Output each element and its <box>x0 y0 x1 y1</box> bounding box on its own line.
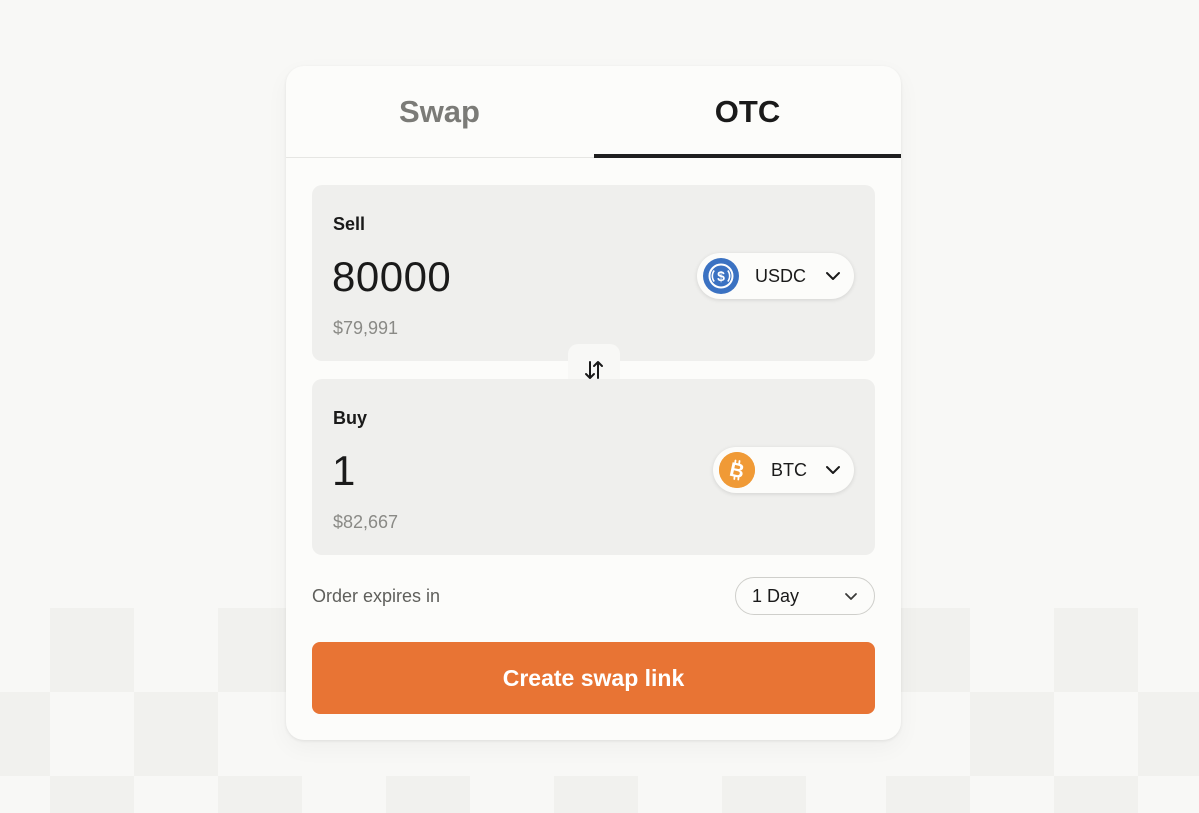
active-tab-indicator <box>594 154 901 158</box>
buy-panel: Buy 1 $82,667 B BTC <box>312 379 875 555</box>
sell-amount-input[interactable]: 80000 <box>332 253 451 301</box>
bg-tile <box>50 608 134 692</box>
tab-otc[interactable]: OTC <box>594 66 901 158</box>
bg-tile <box>1138 692 1199 776</box>
order-expiry-select[interactable]: 1 Day <box>735 577 875 615</box>
buy-amount-input[interactable]: 1 <box>332 447 356 495</box>
buy-label: Buy <box>333 408 368 428</box>
chevron-down-icon <box>826 466 840 474</box>
buy-token-select[interactable]: B BTC <box>713 447 854 493</box>
order-expiry-value: 1 Day <box>752 585 800 606</box>
usdc-icon: $ <box>703 258 739 294</box>
svg-text:$: $ <box>717 268 725 284</box>
sell-token-select[interactable]: $ USDC <box>697 253 854 299</box>
bg-tile <box>218 776 302 813</box>
bg-tile <box>1054 608 1138 692</box>
otc-swap-card: Swap OTC Sell 80000 $79,991 $ USDC Buy 1… <box>286 66 901 740</box>
bg-tile <box>722 776 806 813</box>
chevron-down-icon <box>845 593 857 600</box>
buy-token-symbol: BTC <box>771 459 807 480</box>
bg-tile <box>1054 776 1138 813</box>
create-swap-link-button[interactable]: Create swap link <box>312 642 875 714</box>
sell-token-symbol: USDC <box>755 265 807 286</box>
chevron-down-icon <box>826 272 840 280</box>
tab-bar: Swap OTC <box>286 66 901 158</box>
bg-tile <box>50 776 134 813</box>
bg-tile <box>134 692 218 776</box>
bg-tile <box>386 776 470 813</box>
bg-tile <box>554 776 638 813</box>
order-expiry-label: Order expires in <box>312 586 441 606</box>
bg-tile <box>970 692 1054 776</box>
sell-label: Sell <box>333 214 366 234</box>
sell-panel: Sell 80000 $79,991 $ USDC <box>312 185 875 361</box>
bg-tile <box>886 776 970 813</box>
bg-tile <box>0 692 50 776</box>
sell-fiat-value: $79,991 <box>333 318 399 338</box>
tab-swap[interactable]: Swap <box>286 66 593 158</box>
btc-icon: B <box>719 452 755 488</box>
buy-fiat-value: $82,667 <box>333 512 399 532</box>
